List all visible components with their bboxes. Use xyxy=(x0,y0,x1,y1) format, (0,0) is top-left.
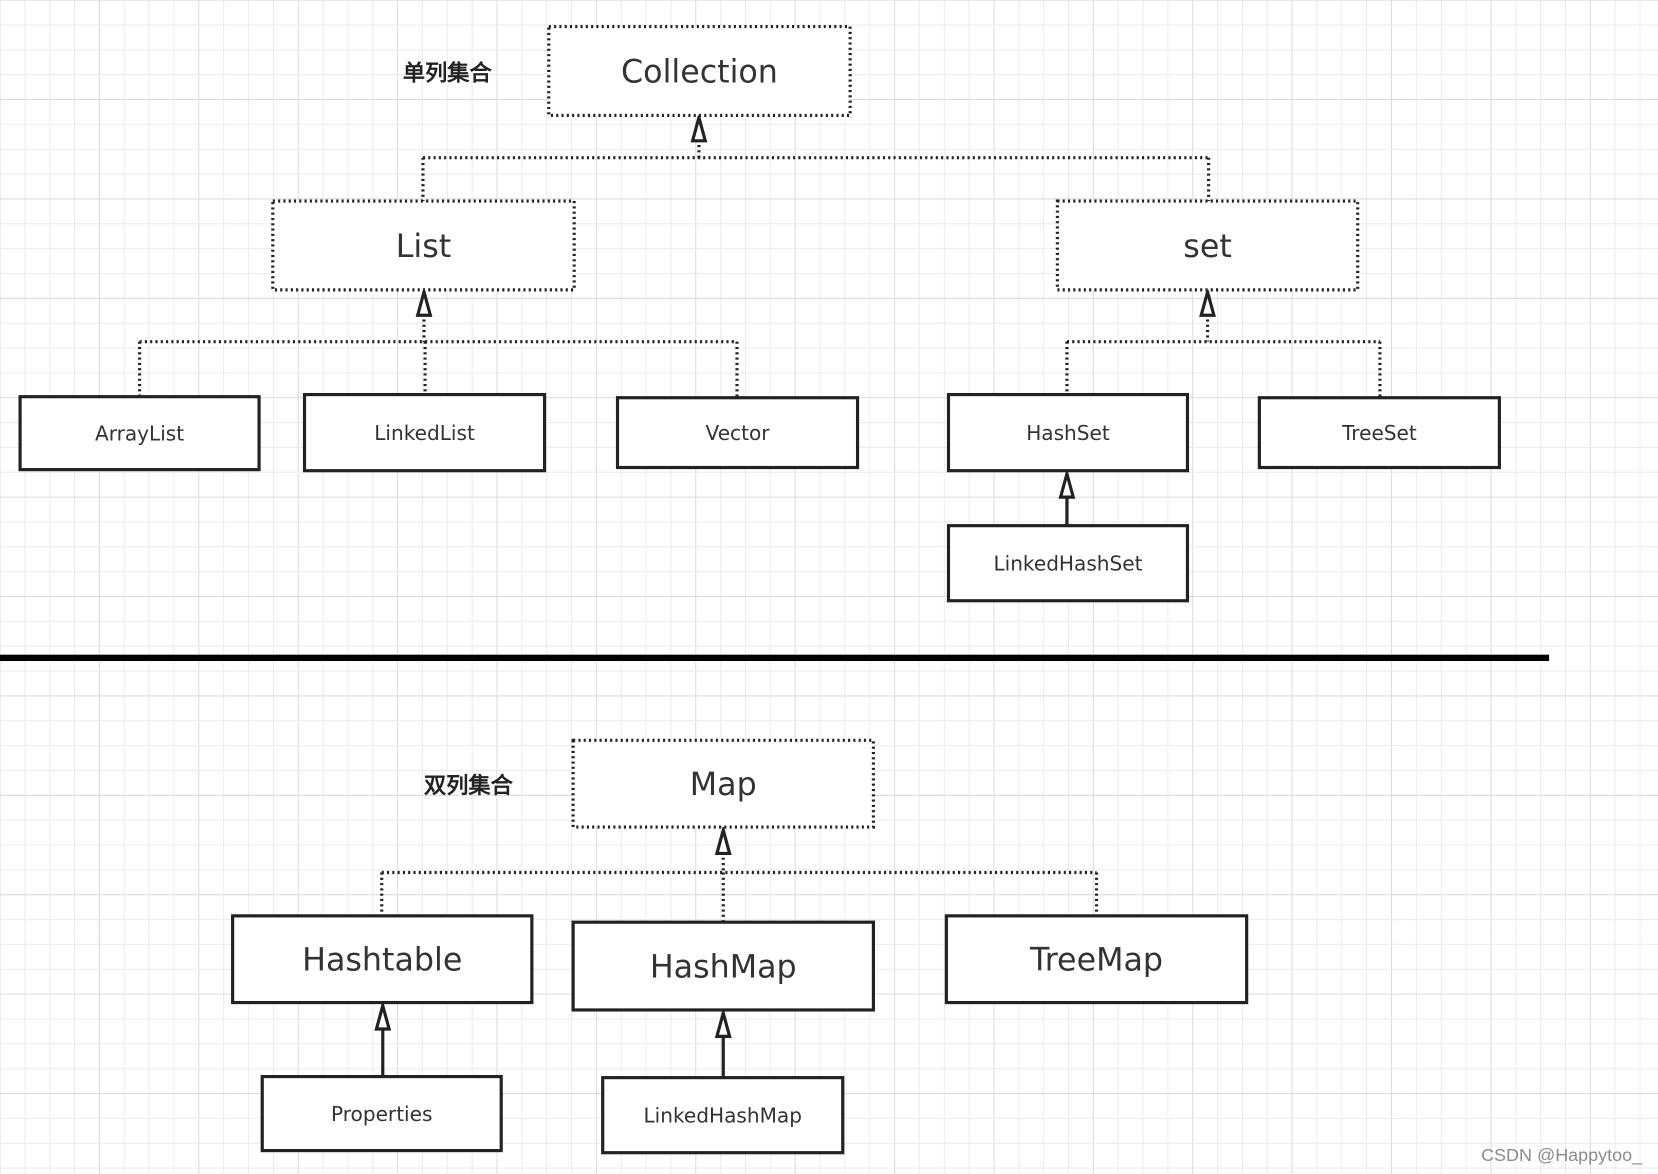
diagram-canvas: Collection List set ArrayList LinkedList Vect… xyxy=(0,0,1658,1174)
node-arraylist[interactable]: ArrayList xyxy=(18,395,261,472)
map-label: Map xyxy=(690,767,757,803)
node-collection[interactable]: Collection xyxy=(547,24,852,117)
properties-label: Properties xyxy=(331,1102,432,1126)
arraylist-label: ArrayList xyxy=(95,421,184,445)
linkedlist-label: LinkedList xyxy=(374,421,475,445)
node-set[interactable]: set xyxy=(1055,199,1360,292)
set-arrowhead-icon xyxy=(1199,285,1216,317)
node-map[interactable]: Map xyxy=(571,738,875,829)
list-arrowhead-icon xyxy=(415,285,433,317)
hashtable-arrowhead-icon xyxy=(374,999,392,1031)
linkedhashset-label: LinkedHashSet xyxy=(993,551,1142,575)
list-realization-connector xyxy=(137,314,739,398)
hashtable-label: Hashtable xyxy=(302,943,462,979)
map-realization-connector xyxy=(380,852,1099,923)
collection-label: Collection xyxy=(621,54,778,90)
node-linkedhashmap[interactable]: LinkedHashMap xyxy=(601,1076,845,1155)
treeset-label: TreeSet xyxy=(1341,421,1417,445)
vector-label: Vector xyxy=(706,421,771,445)
class-hierarchy-diagram: Collection List set ArrayList LinkedList Vect… xyxy=(0,0,1658,1174)
collection-arrowhead-icon xyxy=(690,111,708,143)
double-column-collection-label: 双列集合 xyxy=(424,772,514,799)
hashset-arrowhead-icon xyxy=(1058,467,1076,499)
treemap-label: TreeMap xyxy=(1029,943,1163,979)
node-treemap[interactable]: TreeMap xyxy=(944,914,1249,1005)
node-properties[interactable]: Properties xyxy=(260,1074,503,1153)
map-arrowhead-icon xyxy=(714,824,732,856)
node-vector[interactable]: Vector xyxy=(615,396,860,470)
hashset-label: HashSet xyxy=(1026,421,1110,445)
list-label: List xyxy=(396,229,451,265)
node-list[interactable]: List xyxy=(271,199,576,292)
node-treeset[interactable]: TreeSet xyxy=(1257,396,1501,470)
linkedhashmap-label: LinkedHashMap xyxy=(643,1103,801,1127)
nodes: Collection List set ArrayList LinkedList Vect… xyxy=(18,24,1501,1155)
watermark: CSDN @Happytoo_ xyxy=(1481,1145,1643,1166)
node-hashtable[interactable]: Hashtable xyxy=(231,914,534,1005)
node-linkedlist[interactable]: LinkedList xyxy=(302,392,547,473)
section-separator xyxy=(0,654,1550,662)
single-column-collection-label: 单列集合 xyxy=(403,60,493,87)
hashmap-label: HashMap xyxy=(650,949,797,985)
set-label: set xyxy=(1183,229,1231,265)
node-hashmap[interactable]: HashMap xyxy=(571,920,875,1012)
node-linkedhashset[interactable]: LinkedHashSet xyxy=(946,524,1190,603)
set-realization-connector xyxy=(1065,314,1382,398)
hashmap-arrowhead-icon xyxy=(714,1007,732,1038)
node-hashset[interactable]: HashSet xyxy=(946,392,1190,473)
